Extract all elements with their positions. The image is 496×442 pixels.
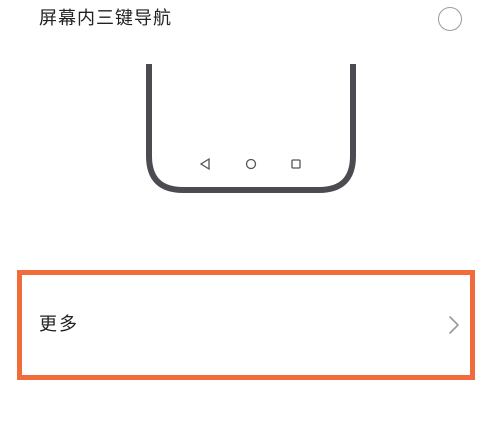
nav-option-label: 屏幕内三键导航 (39, 8, 172, 29)
chevron-right-icon (449, 316, 459, 334)
more-row[interactable]: 更多 (0, 276, 496, 376)
home-icon (245, 158, 257, 170)
nav-option-row[interactable]: 屏幕内三键导航 (0, 0, 496, 48)
phone-illustration (146, 64, 356, 193)
recents-icon (291, 159, 301, 169)
three-key-nav-preview (140, 64, 362, 194)
back-icon (199, 157, 210, 171)
more-label: 更多 (39, 314, 79, 335)
nav-option-radio[interactable] (438, 7, 462, 31)
